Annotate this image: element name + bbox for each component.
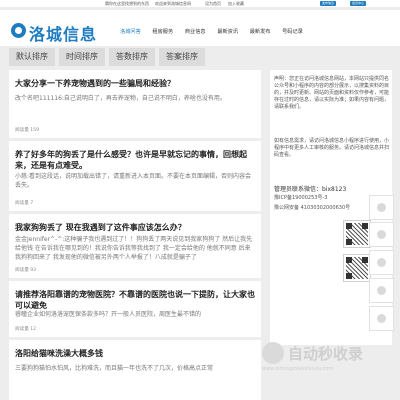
topbar-slogan: 猜你在这里找想到的东西 [105, 1, 149, 6]
chat-float-button[interactable] [369, 195, 394, 220]
post-views: 阅读量 159 [15, 128, 40, 133]
post-excerpt: 睿瞳企业如何洛洛宠医保条款多吗？开一般人员医院，周医生最不错的 [15, 311, 202, 318]
miniprogram-notice: 如有信息需求，请访问洛城信息小程序进行使用，小程序中有更多人工审核的服务。请访问… [274, 138, 390, 158]
icp-record-link[interactable]: 豫ICP备19000253号-3 [274, 194, 327, 201]
sort-tabs: 默认排序 时间排序 答数排序 答案排序 [9, 48, 261, 66]
post-excerpt: 改个名吧111116:自己说明白了，再去养宠物，自己说不明白，养啥也没有用。 [15, 95, 226, 102]
topbar-link-homepage[interactable]: 设为首页 [205, 0, 221, 7]
list-item[interactable]: 养了好多年的狗丢了是什么感受？也许是早就忘记的事情，回想起来，还是有点难受。 小… [9, 141, 261, 211]
nav-item-business[interactable]: 商业信息 [185, 28, 206, 35]
admin-contact: 管理员联系微信：bix8123 [274, 186, 347, 193]
post-title[interactable]: 请推荐洛阳靠谱的宠物医院？不靠谱的医院也说一下提防，让大家也可以避免 [15, 289, 255, 311]
post-title[interactable]: 养了好多年的狗丢了是什么感受？也许是早就忘记的事情，回想起来，还是有点难受。 [15, 149, 255, 171]
tab-answer-sort[interactable]: 答案排序 [159, 48, 205, 66]
list-item[interactable]: 大家分享一下养宠物遇到的一些骗局和经验？ 改个名吧111116:自己说明白了，再… [9, 70, 261, 138]
nav-item-qa[interactable]: 洛城问答 [120, 28, 141, 35]
list-item[interactable]: 请推荐洛阳靠谱的宠物医院？不靠谱的医院也说一下提防，让大家也可以避免 睿瞳企业如… [9, 281, 261, 337]
post-excerpt: 小慈:看到这段话，说明加载出错了，请重新进入本页面。不要在本页面编辑，否则内容会… [15, 173, 252, 189]
phone-float-button[interactable] [369, 250, 394, 275]
nav-item-rent[interactable]: 租房服务 [152, 28, 173, 35]
post-info-button[interactable]: 发布信息 [320, 1, 337, 6]
main-nav: 洛城问答 租房服务 商业信息 最新资讯 最新发布 号码记录 [120, 28, 313, 35]
post-views: 阅读量 12 [15, 327, 37, 332]
post-title[interactable]: 我家狗狗丢了 现在我遇到了这件事应该怎么办？ [15, 222, 255, 233]
list-item[interactable]: 我家狗狗丢了 现在我遇到了这件事应该怎么办？ 金金Jennifer^-^:这种骗… [9, 214, 261, 278]
post-excerpt: 金金Jennifer^-^:这种骗子我也遇到过了！！狗狗丢了两天说见到我家狗狗了… [15, 236, 253, 261]
post-views: 阅读量 7 [15, 201, 34, 206]
topbar-link-welcome[interactable]: 欢迎来到洛城信息网 [155, 0, 191, 7]
qrcode-float-button[interactable] [369, 278, 394, 303]
post-title[interactable]: 洛阳给猫咪洗澡大概多钱 [15, 348, 255, 359]
post-views: 阅读量 93 [15, 268, 37, 273]
watermark-icon [262, 342, 284, 364]
wechat-float-button[interactable] [369, 222, 394, 247]
back-to-top-button[interactable] [369, 306, 394, 331]
topbar-link-favorite[interactable]: 加入收藏 [228, 0, 244, 7]
logo-icon [11, 23, 26, 38]
site-header: 洛城信息 洛城问答 租房服务 商业信息 最新资讯 最新发布 号码记录 [0, 10, 400, 46]
tab-default-sort[interactable]: 默认排序 [9, 48, 55, 66]
member-center-button[interactable]: 会员中心 [350, 1, 367, 6]
list-item[interactable]: 洛阳给猫咪洗澡大概多钱 三要狗狗猫怕水怕风，比狗难洗，而且猫一年也洗不了几次，价… [9, 340, 261, 400]
nav-item-numbers[interactable]: 号码记录 [282, 28, 303, 35]
post-excerpt: 三要狗狗猫怕水怕风，比狗难洗，而且猫一年也洗不了几次，价格高点正常 [15, 365, 214, 372]
post-list: 大家分享一下养宠物遇到的一些骗局和经验？ 改个名吧111116:自己说明白了，再… [9, 70, 261, 400]
tab-answer-count-sort[interactable]: 答数排序 [109, 48, 155, 66]
nav-item-news[interactable]: 最新资讯 [217, 28, 238, 35]
watermark-url: www.zidongmiaoshoulu.com [262, 366, 334, 372]
tab-time-sort[interactable]: 时间排序 [59, 48, 105, 66]
nav-item-latest[interactable]: 最新发布 [250, 28, 271, 35]
site-notice: 声明：您正在访问洛城信息网站，本网站只提供同名公众号和小程序的内容的部分展示，以… [274, 76, 390, 110]
post-title[interactable]: 大家分享一下养宠物遇到的一些骗局和经验？ [15, 78, 255, 89]
site-logo[interactable]: 洛城信息 [11, 21, 96, 44]
qr-code-image [343, 254, 371, 282]
logo-text: 洛城信息 [29, 25, 98, 44]
qr-code-image [343, 220, 371, 248]
top-bar: 猜你在这里找想到的东西 欢迎来到洛城信息网 设为首页 加入收藏 发布信息 会员中… [0, 0, 400, 7]
police-record-link[interactable]: 豫公网安备 41030302000630号 [274, 204, 350, 211]
watermark-logo: 自动秒收录 [262, 341, 380, 365]
watermark-text: 自动秒收录 [288, 345, 364, 363]
